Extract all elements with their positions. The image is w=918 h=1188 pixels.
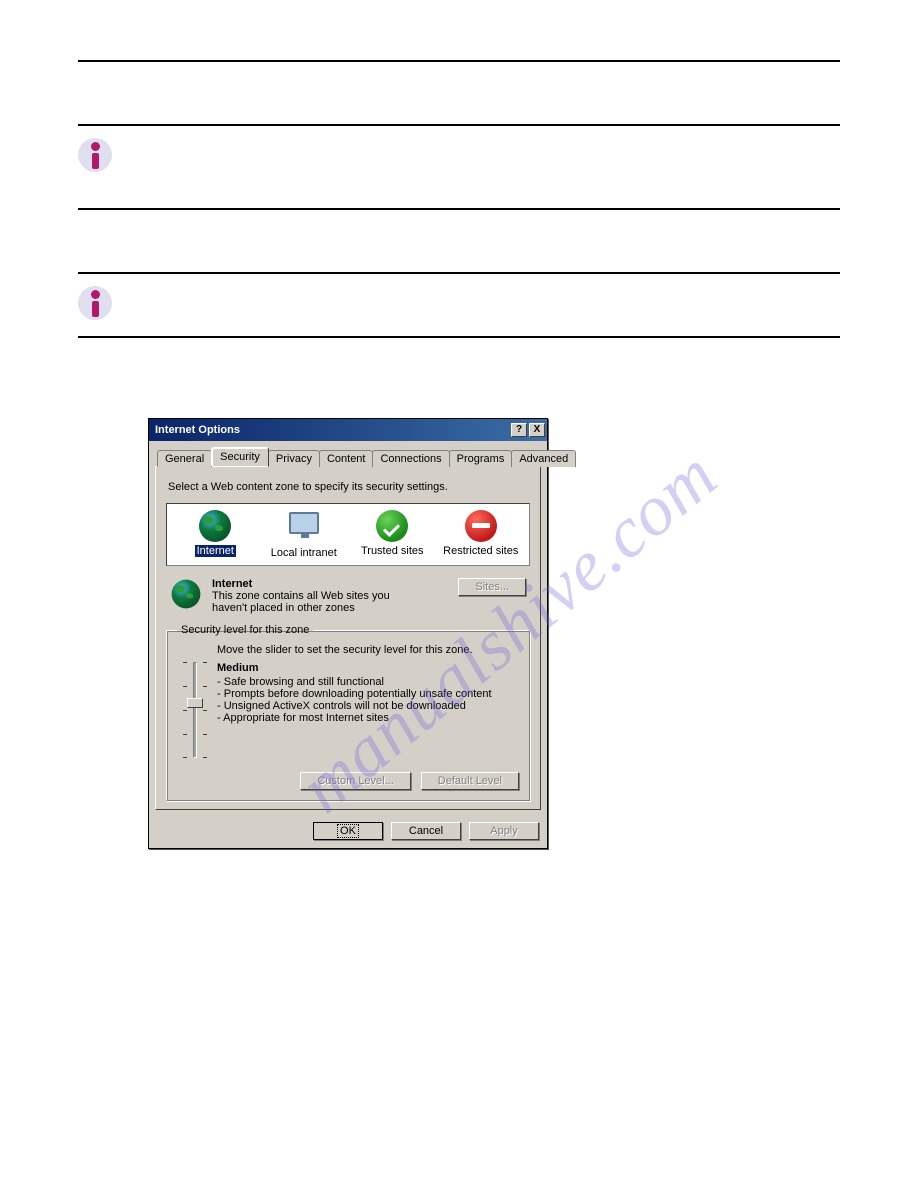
zone-local-intranet[interactable]: Local intranet	[264, 510, 344, 559]
zone-instruction: Select a Web content zone to specify its…	[168, 481, 530, 493]
group-hint: Move the slider to set the security leve…	[217, 644, 519, 656]
zone-internet[interactable]: Internet	[175, 510, 255, 559]
zone-label: Internet	[195, 545, 236, 557]
custom-level-button[interactable]: Custom Level...	[300, 772, 410, 790]
dialog-buttons: OK Cancel Apply	[149, 816, 547, 848]
globe-icon	[199, 510, 231, 542]
zone-label: Restricted sites	[443, 545, 518, 557]
zone-trusted-sites[interactable]: Trusted sites	[352, 510, 432, 559]
level-point: Appropriate for most Internet sites	[217, 712, 519, 724]
group-legend: Security level for this zone	[177, 624, 313, 636]
tab-programs[interactable]: Programs	[449, 450, 513, 467]
stop-icon	[465, 510, 497, 542]
info-icon	[78, 138, 112, 172]
tab-general[interactable]: General	[157, 450, 212, 467]
sites-button[interactable]: Sites...	[458, 578, 526, 596]
check-icon	[376, 510, 408, 542]
zone-title: Internet	[212, 578, 458, 590]
level-points: Safe browsing and still functional Promp…	[217, 676, 519, 724]
level-point: Prompts before downloading potentially u…	[217, 688, 519, 700]
slider-thumb[interactable]	[187, 698, 203, 708]
info-note-2	[78, 274, 840, 336]
zone-list: Internet Local intranet Trusted sites Re…	[166, 503, 530, 566]
help-button[interactable]: ?	[511, 423, 527, 437]
zone-header: Internet This zone contains all Web site…	[170, 578, 526, 614]
titlebar: Internet Options ? X	[149, 419, 547, 441]
dialog-title: Internet Options	[155, 424, 509, 436]
level-point: Safe browsing and still functional	[217, 676, 519, 688]
level-title: Medium	[217, 662, 519, 674]
security-pane: Select a Web content zone to specify its…	[155, 466, 541, 810]
zone-label: Trusted sites	[361, 545, 424, 557]
tab-advanced[interactable]: Advanced	[511, 450, 576, 467]
monitor-icon	[289, 512, 319, 534]
info-icon	[78, 286, 112, 320]
tab-privacy[interactable]: Privacy	[268, 450, 320, 467]
zone-desc: This zone contains all Web sites you hav…	[212, 590, 412, 614]
security-level-group: Security level for this zone Move the sl…	[166, 624, 530, 801]
globe-icon	[172, 580, 201, 609]
tab-security[interactable]: Security	[211, 447, 269, 466]
ok-button[interactable]: OK	[313, 822, 383, 840]
default-level-button[interactable]: Default Level	[421, 772, 519, 790]
apply-button[interactable]: Apply	[469, 822, 539, 840]
tab-connections[interactable]: Connections	[372, 450, 449, 467]
internet-options-dialog: Internet Options ? X General Security Pr…	[148, 418, 548, 849]
cancel-button[interactable]: Cancel	[391, 822, 461, 840]
level-point: Unsigned ActiveX controls will not be do…	[217, 700, 519, 712]
zone-restricted-sites[interactable]: Restricted sites	[441, 510, 521, 559]
tabstrip: General Security Privacy Content Connect…	[149, 441, 547, 466]
tab-content[interactable]: Content	[319, 450, 374, 467]
info-note-1	[78, 126, 840, 208]
security-level-slider[interactable]	[177, 662, 211, 758]
zone-label: Local intranet	[271, 547, 337, 559]
close-button[interactable]: X	[529, 423, 545, 437]
